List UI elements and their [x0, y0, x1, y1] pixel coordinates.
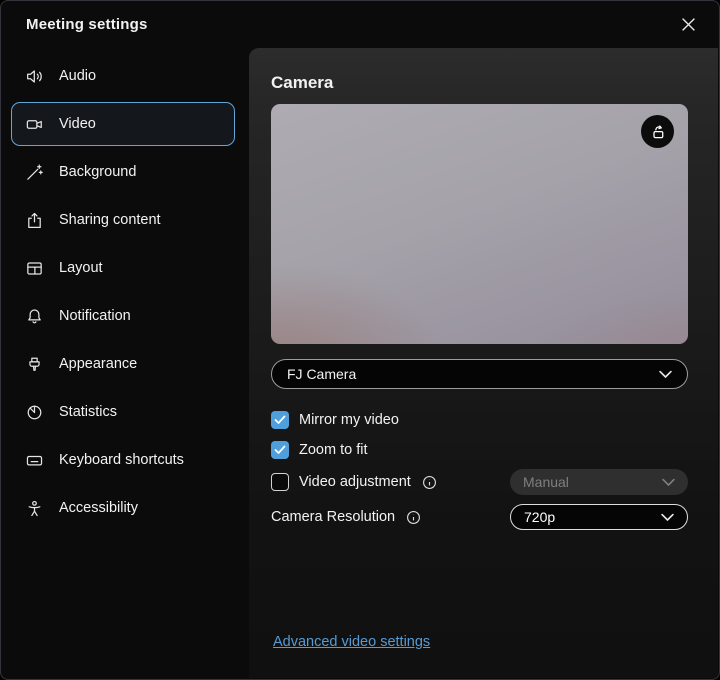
- sidebar-item-keyboard-shortcuts[interactable]: Keyboard shortcuts: [11, 438, 235, 482]
- video-settings-panel: Camera FJ Camera: [249, 48, 718, 678]
- mirror-video-label: Mirror my video: [299, 412, 399, 428]
- chevron-down-icon: [662, 474, 675, 490]
- info-icon[interactable]: [422, 475, 437, 490]
- video-adjustment-row: Video adjustment Manual: [271, 469, 688, 495]
- check-icon: [274, 445, 286, 455]
- camera-resolution-value: 720p: [524, 509, 555, 525]
- titlebar: Meeting settings: [1, 1, 719, 48]
- paintbrush-icon: [25, 355, 44, 374]
- sidebar-item-audio[interactable]: Audio: [11, 54, 235, 98]
- rotate-camera-icon: [648, 122, 668, 142]
- sidebar-item-accessibility[interactable]: Accessibility: [11, 486, 235, 530]
- sidebar-item-label: Audio: [59, 68, 96, 84]
- rotate-camera-button[interactable]: [641, 115, 674, 148]
- section-heading: Camera: [271, 73, 688, 93]
- zoom-to-fit-row: Zoom to fit: [271, 439, 688, 461]
- sidebar-item-label: Notification: [59, 308, 131, 324]
- zoom-to-fit-checkbox[interactable]: [271, 441, 289, 459]
- sidebar-item-appearance[interactable]: Appearance: [11, 342, 235, 386]
- mirror-video-row: Mirror my video: [271, 409, 688, 431]
- settings-sidebar: Audio Video Background Sharing content: [1, 50, 249, 678]
- sidebar-item-notification[interactable]: Notification: [11, 294, 235, 338]
- close-button[interactable]: [673, 10, 703, 40]
- advanced-video-settings-link[interactable]: Advanced video settings: [273, 634, 430, 650]
- mirror-video-checkbox[interactable]: [271, 411, 289, 429]
- sidebar-item-label: Sharing content: [59, 212, 161, 228]
- keyboard-icon: [25, 451, 44, 470]
- sidebar-item-label: Appearance: [59, 356, 137, 372]
- camera-device-select[interactable]: FJ Camera: [271, 359, 688, 389]
- layout-grid-icon: [25, 259, 44, 278]
- video-adjustment-label: Video adjustment: [299, 474, 411, 490]
- dialog-title: Meeting settings: [26, 16, 148, 33]
- share-content-icon: [25, 211, 44, 230]
- video-camera-icon: [25, 115, 44, 134]
- speaker-icon: [25, 67, 44, 86]
- video-adjustment-mode-select: Manual: [510, 469, 688, 495]
- sidebar-item-video[interactable]: Video: [11, 102, 235, 146]
- camera-preview: [271, 104, 688, 344]
- video-adjustment-checkbox[interactable]: [271, 473, 289, 491]
- sidebar-item-label: Layout: [59, 260, 103, 276]
- video-adjustment-mode-value: Manual: [523, 474, 569, 490]
- sidebar-item-background[interactable]: Background: [11, 150, 235, 194]
- camera-options: Mirror my video Zoom to fit Video adjust…: [271, 409, 688, 530]
- sidebar-item-sharing-content[interactable]: Sharing content: [11, 198, 235, 242]
- zoom-to-fit-label: Zoom to fit: [299, 442, 368, 458]
- sidebar-item-label: Background: [59, 164, 136, 180]
- camera-device-value: FJ Camera: [287, 366, 356, 382]
- bell-icon: [25, 307, 44, 326]
- sidebar-item-label: Accessibility: [59, 500, 138, 516]
- meeting-settings-dialog: Meeting settings Audio Video: [0, 0, 720, 680]
- chevron-down-icon: [659, 366, 672, 382]
- camera-resolution-label: Camera Resolution: [271, 509, 395, 525]
- chevron-down-icon: [661, 509, 674, 525]
- sidebar-item-statistics[interactable]: Statistics: [11, 390, 235, 434]
- accessibility-icon: [25, 499, 44, 518]
- info-icon[interactable]: [406, 510, 421, 525]
- sidebar-item-label: Keyboard shortcuts: [59, 452, 184, 468]
- close-icon: [681, 17, 696, 32]
- camera-resolution-row: Camera Resolution 720p: [271, 504, 688, 530]
- sidebar-item-layout[interactable]: Layout: [11, 246, 235, 290]
- check-icon: [274, 415, 286, 425]
- camera-resolution-select[interactable]: 720p: [510, 504, 688, 530]
- pie-chart-icon: [25, 403, 44, 422]
- sidebar-item-label: Video: [59, 116, 96, 132]
- sidebar-item-label: Statistics: [59, 404, 117, 420]
- magic-wand-icon: [25, 163, 44, 182]
